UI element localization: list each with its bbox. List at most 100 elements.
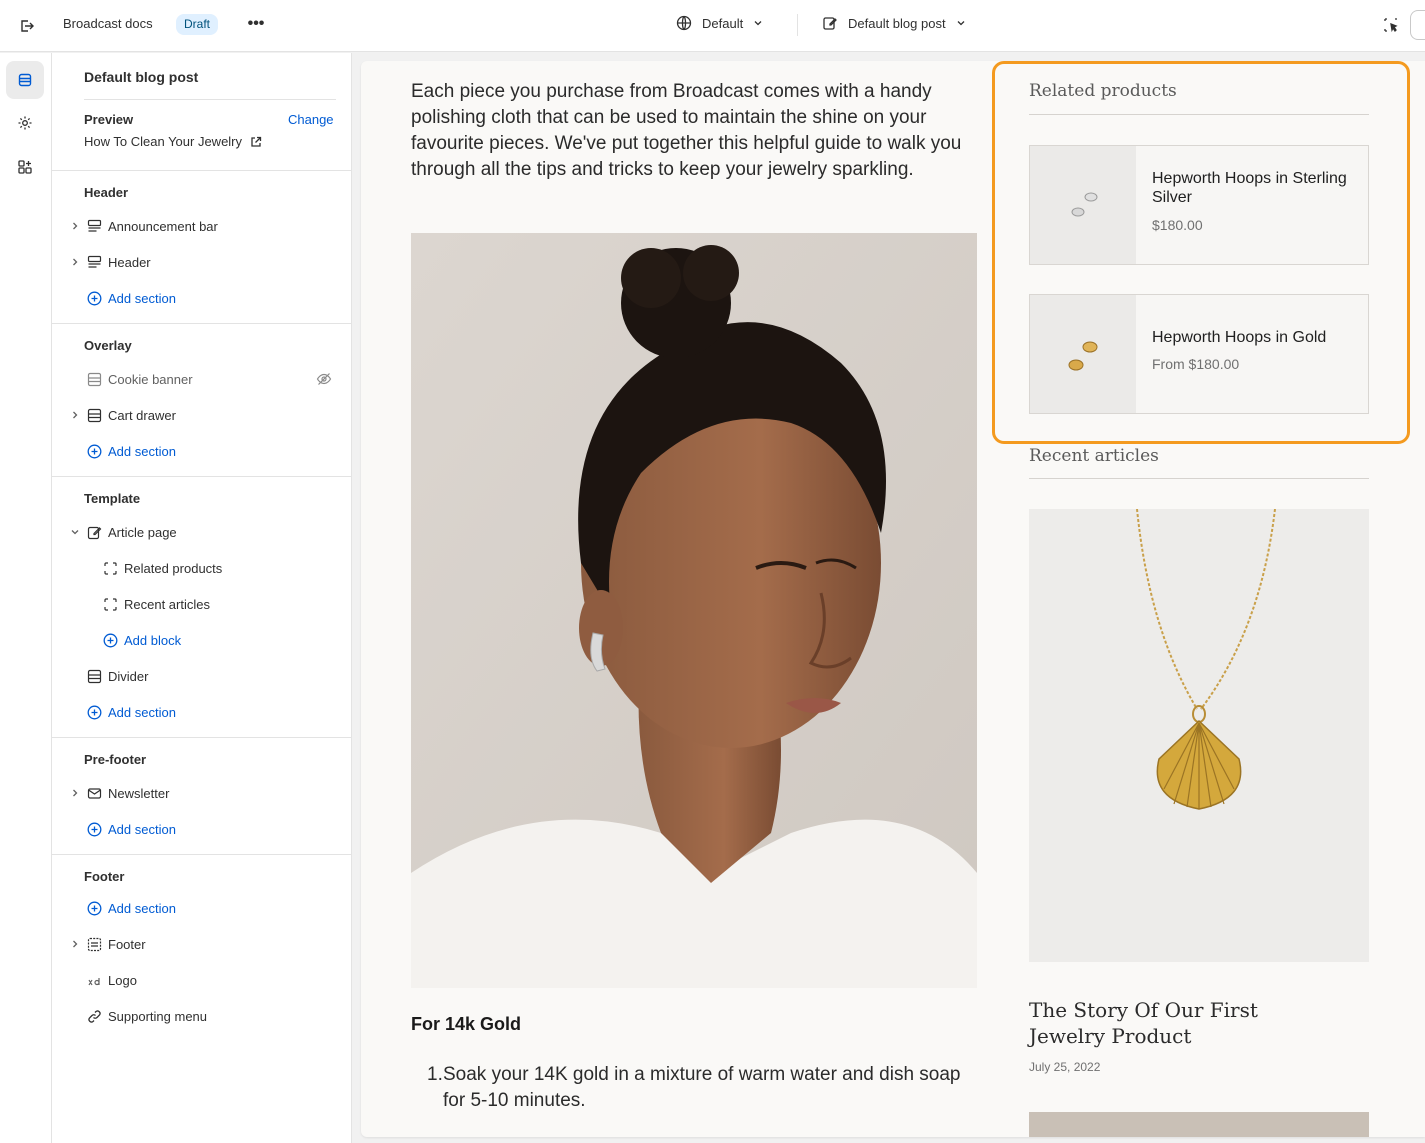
chevron-right-icon[interactable] bbox=[70, 403, 80, 427]
sections-icon[interactable] bbox=[6, 61, 44, 99]
plus-circle-icon bbox=[86, 290, 102, 306]
section-icon bbox=[86, 936, 102, 952]
edit-page-icon bbox=[823, 17, 837, 30]
chevron-down-icon[interactable] bbox=[70, 520, 80, 544]
store-title: Broadcast docs bbox=[63, 16, 153, 31]
group-overlay-label: Overlay bbox=[84, 338, 132, 353]
section-icon bbox=[86, 218, 102, 234]
top-bar: Broadcast docs Draft ••• Default Default… bbox=[0, 0, 1425, 52]
apps-icon[interactable] bbox=[6, 148, 44, 186]
chevron-down-icon bbox=[957, 21, 965, 26]
list-item: 1. Soak your 14K gold in a mixture of wa… bbox=[427, 1062, 967, 1114]
section-icon bbox=[86, 668, 102, 684]
article-thumbnail[interactable] bbox=[1029, 509, 1369, 962]
divider bbox=[52, 476, 352, 477]
group-prefooter-label: Pre-footer bbox=[84, 752, 147, 767]
section-footer[interactable]: Footer bbox=[70, 932, 146, 956]
sections-sidebar: Default blog post Preview Change How To … bbox=[52, 53, 352, 1143]
settings-gear-icon[interactable] bbox=[6, 104, 44, 142]
chevron-right-icon[interactable] bbox=[70, 781, 80, 805]
list-text: Soak your 14K gold in a mixture of warm … bbox=[443, 1064, 961, 1111]
storefront-preview: Each piece you purchase from Broadcast c… bbox=[361, 61, 1425, 1137]
exit-icon[interactable] bbox=[14, 13, 40, 39]
logo-icon bbox=[86, 972, 102, 988]
chevron-right-icon[interactable] bbox=[70, 932, 80, 956]
section-label: Cookie banner bbox=[108, 371, 193, 387]
article-title[interactable]: The Story Of Our First Jewelry Product bbox=[1029, 997, 1329, 1049]
block-related-products[interactable]: Related products bbox=[86, 556, 222, 580]
divider bbox=[797, 14, 798, 36]
block-recent-articles[interactable]: Recent articles bbox=[86, 592, 210, 616]
change-preview-link[interactable]: Change bbox=[288, 112, 334, 127]
selected-block-outline bbox=[992, 61, 1410, 444]
section-label: Divider bbox=[108, 668, 149, 684]
add-section-button[interactable]: Add section bbox=[70, 896, 176, 920]
plus-circle-icon bbox=[86, 704, 102, 720]
section-supporting-menu[interactable]: Supporting menu bbox=[70, 1004, 207, 1028]
add-section-label: Add section bbox=[108, 290, 176, 306]
chevron-right-icon[interactable] bbox=[70, 214, 80, 238]
preview-value[interactable]: How To Clean Your Jewelry bbox=[84, 134, 262, 149]
section-icon bbox=[86, 407, 102, 423]
external-link-icon bbox=[251, 136, 262, 147]
divider bbox=[1029, 478, 1369, 479]
icon-rail bbox=[0, 53, 52, 1143]
section-cookie-banner[interactable]: Cookie banner bbox=[70, 367, 193, 391]
chevron-right-icon[interactable] bbox=[70, 250, 80, 274]
plus-circle-icon bbox=[86, 443, 102, 459]
section-newsletter[interactable]: Newsletter bbox=[70, 781, 169, 805]
add-block-label: Add block bbox=[124, 632, 182, 648]
add-section-label: Add section bbox=[108, 821, 176, 837]
status-badge: Draft bbox=[176, 14, 219, 35]
block-icon bbox=[102, 560, 118, 576]
article-image bbox=[411, 233, 977, 988]
preview-article-name: How To Clean Your Jewelry bbox=[84, 134, 243, 149]
section-label: Announcement bar bbox=[108, 218, 218, 234]
template-selector[interactable]: Default blog post bbox=[822, 15, 966, 31]
section-label: Supporting menu bbox=[108, 1008, 208, 1024]
group-footer-label: Footer bbox=[84, 869, 125, 884]
edit-page-icon bbox=[86, 524, 102, 540]
section-label: Logo bbox=[108, 972, 137, 988]
globe-icon bbox=[676, 15, 692, 31]
add-section-button[interactable]: Add section bbox=[70, 817, 176, 841]
recent-articles-title: Recent articles bbox=[1029, 446, 1159, 466]
block-icon bbox=[102, 596, 118, 612]
theme-selector[interactable]: Default bbox=[676, 15, 763, 31]
section-logo[interactable]: Logo bbox=[70, 968, 137, 992]
section-label: Article page bbox=[108, 524, 177, 540]
divider bbox=[52, 170, 352, 171]
block-label: Recent articles bbox=[124, 596, 210, 612]
eye-hidden-icon[interactable] bbox=[316, 371, 332, 387]
article-intro: Each piece you purchase from Broadcast c… bbox=[411, 81, 962, 180]
article-date: July 25, 2022 bbox=[1029, 1060, 1101, 1074]
template-selector-label: Default blog post bbox=[848, 15, 946, 31]
block-label: Related products bbox=[124, 560, 223, 576]
section-cart-drawer[interactable]: Cart drawer bbox=[70, 403, 176, 427]
section-announcement-bar[interactable]: Announcement bar bbox=[70, 214, 218, 238]
section-label: Footer bbox=[108, 936, 146, 952]
more-actions-button[interactable]: ••• bbox=[242, 12, 270, 38]
divider bbox=[52, 323, 352, 324]
add-section-button[interactable]: Add section bbox=[70, 286, 176, 310]
section-icon bbox=[86, 254, 102, 270]
add-section-button[interactable]: Add section bbox=[70, 700, 176, 724]
section-icon bbox=[86, 371, 102, 387]
section-article-page[interactable]: Article page bbox=[70, 520, 177, 544]
sidebar-title: Default blog post bbox=[84, 69, 199, 85]
add-block-button[interactable]: Add block bbox=[86, 628, 181, 652]
section-label: Newsletter bbox=[108, 785, 170, 801]
add-section-button[interactable]: Add section bbox=[70, 439, 176, 463]
view-toggle-button[interactable] bbox=[1410, 10, 1425, 40]
group-header-label: Header bbox=[84, 185, 129, 200]
article-thumbnail[interactable] bbox=[1029, 1112, 1369, 1137]
section-divider[interactable]: Divider bbox=[70, 664, 148, 688]
link-icon bbox=[86, 1008, 102, 1024]
list-number: 1. bbox=[427, 1064, 443, 1085]
section-header[interactable]: Header bbox=[70, 250, 151, 274]
divider bbox=[84, 99, 336, 100]
preview-label: Preview bbox=[84, 112, 134, 127]
divider bbox=[52, 737, 352, 738]
plus-circle-icon bbox=[102, 632, 118, 648]
inspector-icon[interactable] bbox=[1380, 14, 1402, 36]
